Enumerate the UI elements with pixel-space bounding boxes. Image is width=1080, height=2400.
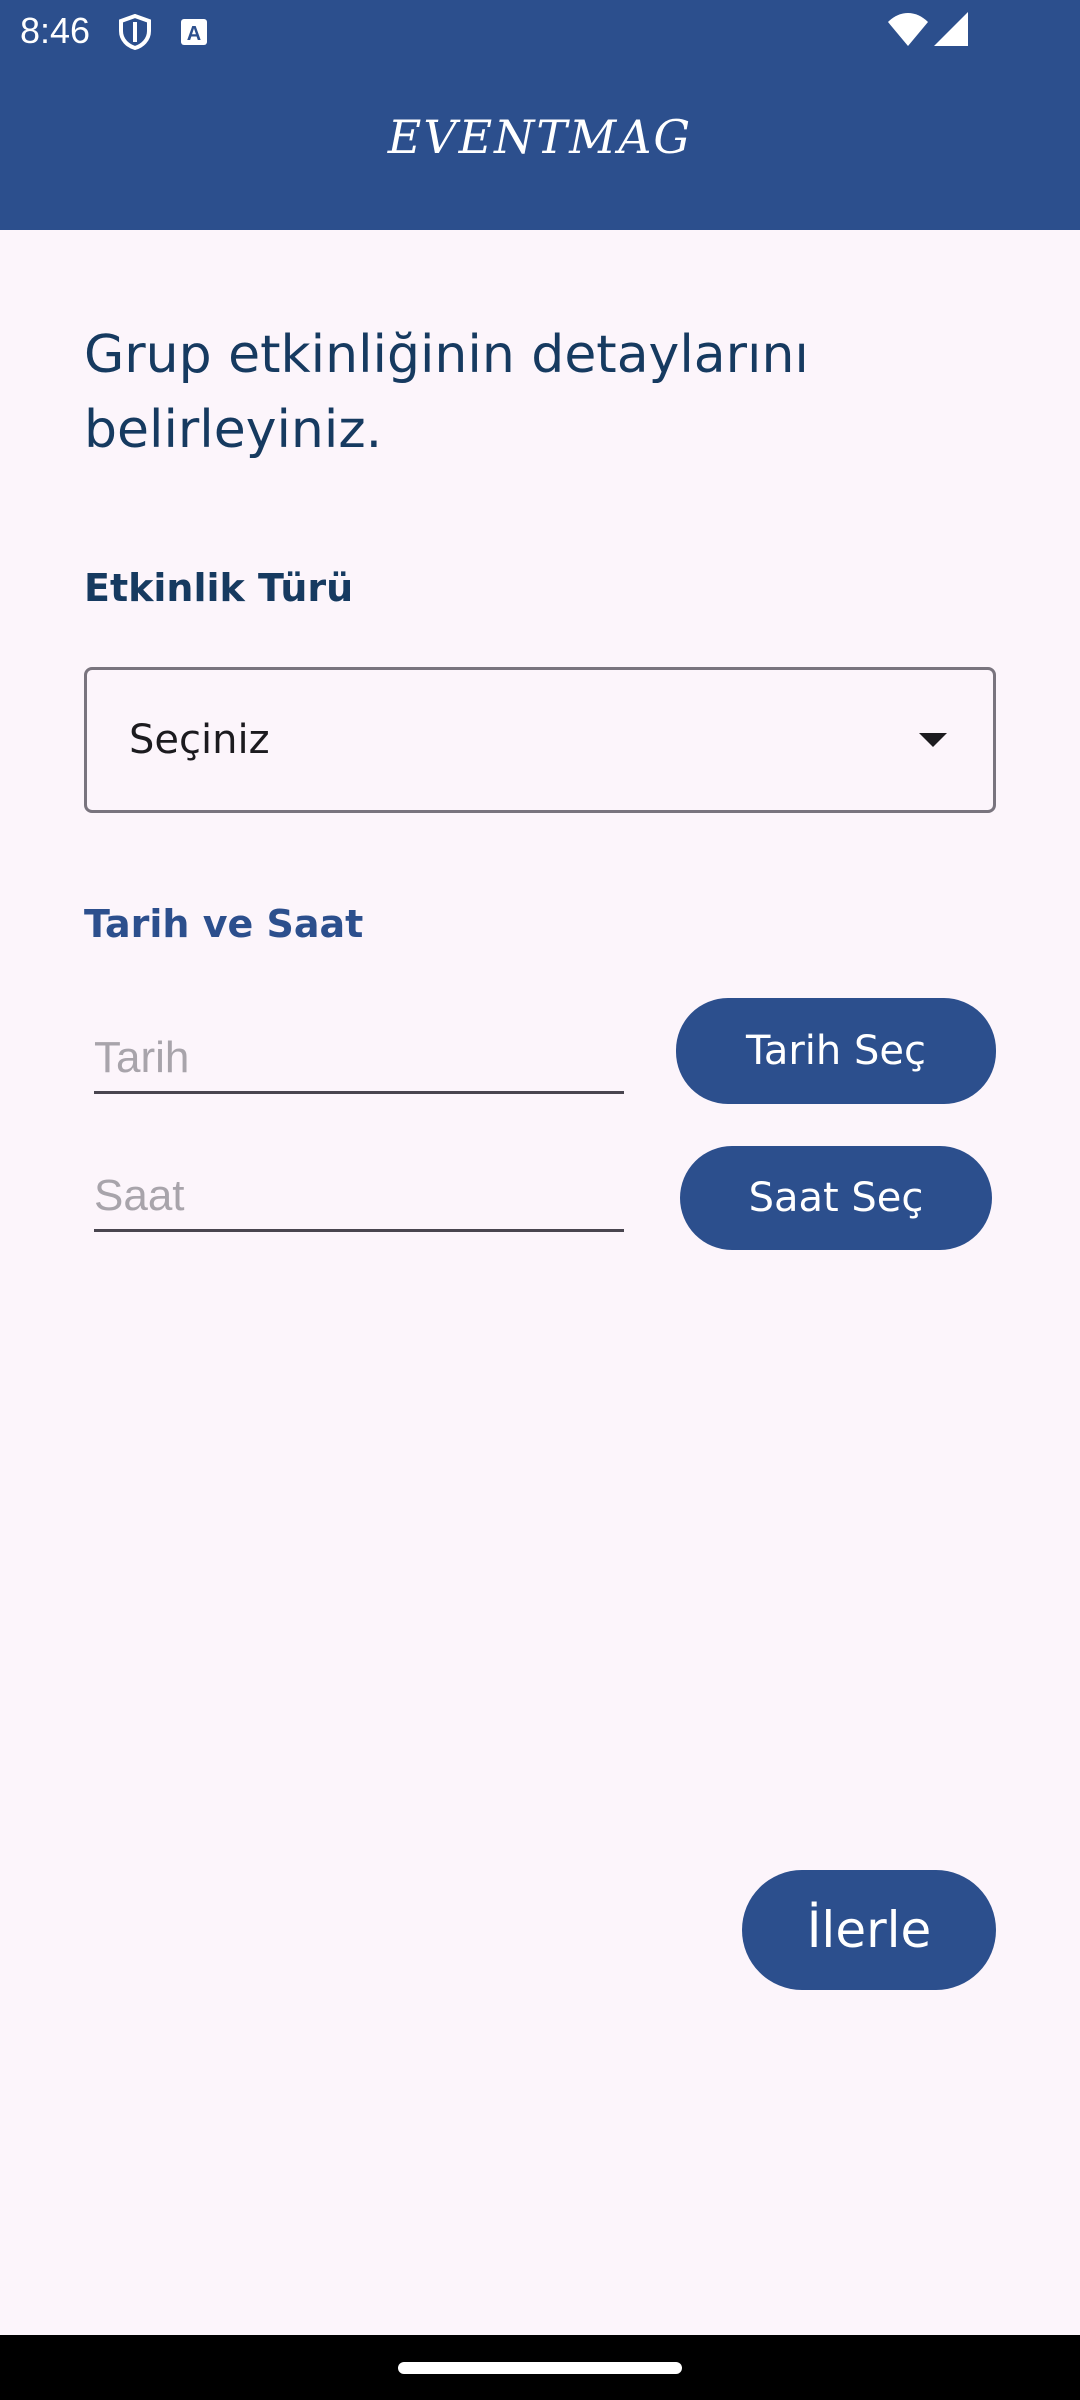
pick-time-button[interactable]: Saat Seç: [680, 1146, 992, 1250]
time-field[interactable]: [94, 1142, 624, 1232]
date-input[interactable]: [94, 1004, 624, 1091]
date-time-label: Tarih ve Saat: [84, 902, 364, 946]
event-type-label: Etkinlik Türü: [84, 566, 354, 610]
text-a-icon: A: [180, 18, 208, 50]
event-type-dropdown[interactable]: Seçiniz: [84, 667, 996, 813]
svg-text:A: A: [187, 23, 201, 45]
home-gesture-handle[interactable]: [398, 2362, 682, 2374]
app-title: EVENTMAG: [387, 110, 693, 164]
status-time: 8:46: [20, 10, 91, 51]
wifi-icon: [888, 12, 928, 52]
page-heading: Grup etkinliğinin detaylarını belirleyin…: [84, 325, 809, 460]
shield-icon: [118, 13, 152, 54]
app-bar: 8:46 A EVENTMAG: [0, 0, 1080, 230]
dropdown-selected-value: Seçiniz: [129, 717, 270, 763]
date-field[interactable]: [94, 1004, 624, 1094]
next-button[interactable]: İlerle: [742, 1870, 996, 1990]
dropdown-arrow-icon: [919, 733, 947, 747]
time-input[interactable]: [94, 1142, 624, 1229]
pick-date-button[interactable]: Tarih Seç: [676, 998, 996, 1104]
status-bar: 8:46 A: [0, 0, 1080, 62]
signal-icon: [934, 12, 970, 52]
